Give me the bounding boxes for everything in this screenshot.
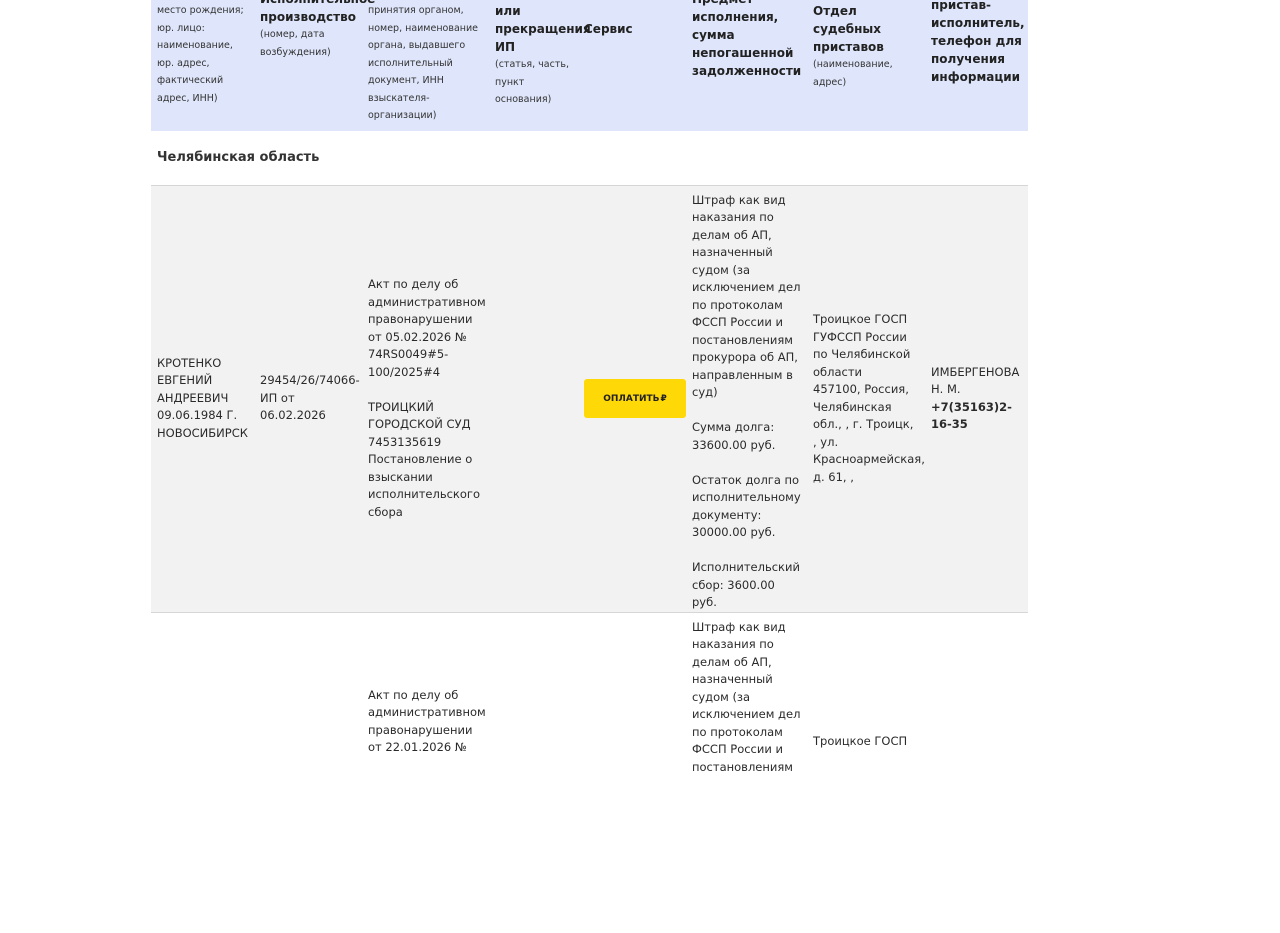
debt-sum: Сумма долга: 33600.00 руб. xyxy=(692,420,776,452)
ruble-icon: ₽ xyxy=(660,393,667,404)
header-document-sub: принятия органом, номер, наименование ор… xyxy=(368,5,478,121)
document-act: Акт по делу об административном правонар… xyxy=(368,277,486,379)
document-cell: Акт по делу об административном правонар… xyxy=(362,612,489,933)
department-address: 457100, Россия, Челябинская обл., , г. Т… xyxy=(813,382,925,484)
header-debtor: место рождения; юр. лицо: наименование, … xyxy=(151,0,254,131)
header-department-sub: (наименование, адрес) xyxy=(813,59,893,88)
header-department: Отдел судебных приставов (наименование, … xyxy=(807,0,925,131)
debtor-cell xyxy=(151,612,254,933)
header-proceeding-title: Исполнительное производство xyxy=(260,0,375,24)
bailiff-name: ИМБЕРГЕНОВА Н. М. xyxy=(931,364,1020,397)
header-bailiff: Судебный пристав-исполнитель, телефон дл… xyxy=(925,0,1028,131)
header-debtor-sub: место рождения; юр. лицо: наименование, … xyxy=(157,5,244,104)
service-cell xyxy=(578,612,686,933)
department-name: Троицкое ГОСП ГУФССП России по Челябинск… xyxy=(813,312,911,379)
department-cell: Троицкое ГОСП ГУФССП России по Челябинск… xyxy=(807,185,925,613)
subject-cell: Штраф как вид наказания по делам об АП, … xyxy=(686,185,807,613)
debt-fee: Исполнительский сбор: 3600.00 руб. xyxy=(692,560,800,609)
subject-text: Штраф как вид наказания по делам об АП, … xyxy=(692,192,801,400)
table-header-row: место рождения; юр. лицо: наименование, … xyxy=(151,0,1028,131)
header-document: принятия органом, номер, наименование ор… xyxy=(362,0,489,131)
header-proceeding: Исполнительное производство (номер, дата… xyxy=(254,0,375,131)
document-resolution: Постановление о взыскании исполнительско… xyxy=(368,452,480,519)
termination-cell xyxy=(489,185,578,613)
table-row: Акт по делу об административном правонар… xyxy=(151,612,1028,933)
debt-rest: Остаток долга по исполнительному докумен… xyxy=(692,472,801,540)
pay-button-label: ОПЛАТИТЬ xyxy=(603,393,660,404)
enforcement-table: место рождения; юр. лицо: наименование, … xyxy=(151,0,1028,933)
department-name: Троицкое ГОСП xyxy=(813,733,908,748)
bailiff-phone: +7(35163)2-16-35 xyxy=(931,399,1012,432)
header-termination-title: или прекращения ИП xyxy=(495,4,591,54)
header-subject-title: Предмет исполнения, сумма непогашенной з… xyxy=(692,0,802,78)
subject-cell: Штраф как вид наказания по делам об АП, … xyxy=(686,612,807,933)
service-cell: ОПЛАТИТЬ ₽ xyxy=(578,185,686,613)
document-court: ТРОИЦКИЙ ГОРОДСКОЙ СУД 7453135619 xyxy=(368,399,471,449)
header-department-title: Отдел судебных приставов xyxy=(813,4,884,54)
header-termination-sub: (статья, часть, пункт основания) xyxy=(495,59,569,105)
bailiff-cell: ИМБЕРГЕНОВА Н. М. +7(35163)2-16-35 xyxy=(925,185,1028,613)
header-bailiff-title: Судебный пристав-исполнитель, телефон дл… xyxy=(931,0,1025,84)
debtor-cell: КРОТЕНКО ЕВГЕНИЙ АНДРЕЕВИЧ 09.06.1984 Г.… xyxy=(151,185,254,613)
proceeding-cell: 29454/26/74066-ИП от 06.02.2026 xyxy=(254,185,362,613)
region-row: Челябинская область xyxy=(151,130,1028,186)
bailiff-cell xyxy=(925,612,1028,933)
termination-cell xyxy=(489,612,578,933)
proceeding-cell xyxy=(254,612,362,933)
region-name: Челябинская область xyxy=(151,130,1028,186)
document-cell: Акт по делу об административном правонар… xyxy=(362,185,489,613)
subject-text: Штраф как вид наказания по делам об АП, … xyxy=(692,619,801,774)
header-service: Сервис xyxy=(578,0,686,131)
enforcement-table-wrapper: место рождения; юр. лицо: наименование, … xyxy=(151,0,1028,933)
header-proceeding-sub: (номер, дата возбуждения) xyxy=(260,29,331,58)
table-row: КРОТЕНКО ЕВГЕНИЙ АНДРЕЕВИЧ 09.06.1984 Г.… xyxy=(151,185,1028,613)
department-cell: Троицкое ГОСП xyxy=(807,612,925,933)
document-act: Акт по делу об административном правонар… xyxy=(368,687,486,755)
header-termination: или прекращения ИП (статья, часть, пункт… xyxy=(489,0,591,131)
pay-button[interactable]: ОПЛАТИТЬ ₽ xyxy=(584,379,686,418)
header-service-title: Сервис xyxy=(584,22,633,36)
header-subject: Предмет исполнения, сумма непогашенной з… xyxy=(686,0,807,131)
